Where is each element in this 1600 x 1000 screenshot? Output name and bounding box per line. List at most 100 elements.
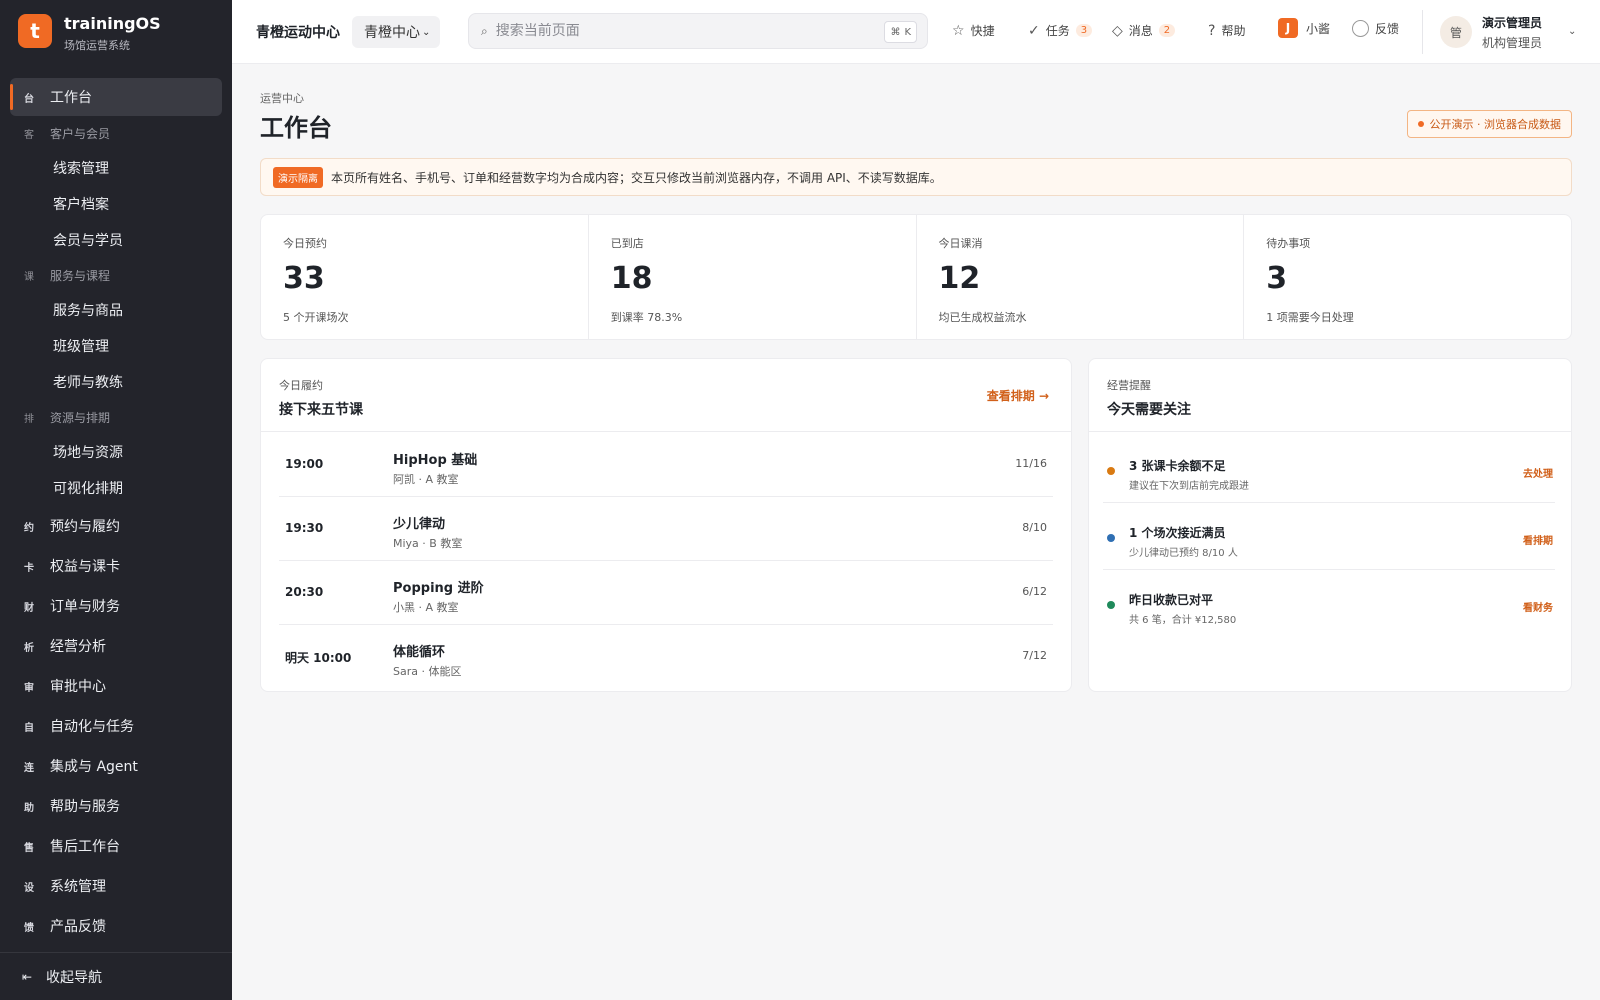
feedback-button[interactable]: 反馈: [1352, 20, 1399, 37]
stat-label: 今日课消: [938, 237, 983, 250]
sidebar-item[interactable]: 售 售后工作台: [0, 826, 232, 866]
sidebar-subitem[interactable]: 客户档案: [0, 186, 232, 222]
alert-description: 共 6 笔，合计 ¥12,580: [1129, 615, 1237, 626]
sidebar-subitem-label: 客户档案: [53, 197, 109, 213]
tasks-button[interactable]: ✓ 任务 3: [1028, 22, 1093, 39]
shortcut-hint: ⌘ K: [884, 21, 917, 43]
class-name: 体能循环: [393, 645, 446, 660]
sidebar-subitem[interactable]: 会员与学员: [0, 222, 232, 258]
sidebar-group-heading: 客 客户与会员: [0, 116, 232, 150]
schedule-row[interactable]: 19:00 HipHop 基础 阿凯 · A 教室 11/16: [279, 433, 1053, 497]
chevron-down-icon[interactable]: ⌄: [1568, 26, 1576, 37]
card-subtitle: 经营提醒: [1107, 379, 1151, 392]
nav-glyph-icon: 课: [24, 271, 34, 283]
brand[interactable]: t trainingOS 场馆运营系统: [18, 14, 228, 54]
stat-value: 33: [283, 261, 325, 296]
breadcrumb[interactable]: 运营中心: [260, 90, 304, 106]
class-time: 19:00: [285, 457, 324, 471]
tasks-count-badge: 3: [1075, 24, 1093, 37]
sidebar-item[interactable]: 设 系统管理: [0, 866, 232, 906]
class-meta: Miya · B 教室: [393, 537, 463, 550]
user-avatar[interactable]: 管: [1440, 16, 1472, 48]
chevron-down-icon: ⌄: [422, 26, 431, 38]
sidebar-item[interactable]: 助 帮助与服务: [0, 786, 232, 826]
user-name[interactable]: 演示管理员: [1482, 14, 1542, 31]
assistant-button[interactable]: J 小酱: [1278, 18, 1330, 38]
nav-glyph-icon: 析: [24, 642, 34, 654]
stat-value: 3: [1266, 261, 1288, 296]
sidebar-subitem-label: 老师与教练: [53, 375, 123, 391]
stat-label: 待办事项: [1266, 237, 1311, 250]
sidebar-subitem[interactable]: 班级管理: [0, 328, 232, 364]
alert-row: 昨日收款已对平共 6 笔，合计 ¥12,580 看财务: [1103, 571, 1555, 637]
status-dot-icon: [1107, 534, 1115, 542]
brand-name: trainingOS: [64, 14, 161, 33]
collapse-icon: ⇤: [22, 969, 33, 984]
view-schedule-link[interactable]: 查看排期 →: [987, 387, 1049, 404]
alert-description: 少儿律动已预约 8/10 人: [1129, 548, 1238, 559]
main-content: 运营中心 工作台 公开演示 · 浏览器合成数据 演示隔离 本页所有姓名、手机号、…: [232, 64, 1600, 1000]
sidebar-item[interactable]: 析 经营分析: [0, 626, 232, 666]
card-title: 今天需要关注: [1107, 402, 1191, 418]
sidebar-subitem[interactable]: 老师与教练: [0, 364, 232, 400]
sidebar-item-label: 预约与履约: [50, 519, 120, 535]
alert-action-link[interactable]: 看财务: [1523, 599, 1553, 614]
help-button[interactable]: ? 帮助: [1208, 22, 1245, 39]
sidebar-group-label: 资源与排期: [50, 410, 111, 425]
sidebar-group-heading: 课 服务与课程: [0, 258, 232, 292]
help-icon: ?: [1208, 22, 1216, 39]
sidebar-item[interactable]: 连 集成与 Agent: [0, 746, 232, 786]
sidebar-item[interactable]: 自 自动化与任务: [0, 706, 232, 746]
sidebar-subitem[interactable]: 线索管理: [0, 150, 232, 186]
sidebar-subitem[interactable]: 场地与资源: [0, 434, 232, 470]
card-title: 接下来五节课: [279, 402, 363, 418]
sidebar-item[interactable]: 财 订单与财务: [0, 586, 232, 626]
class-name: 少儿律动: [393, 517, 446, 532]
alert-row: 3 张课卡余额不足 建议在下次到店前完成跟进 去处理: [1103, 437, 1555, 503]
sidebar-item[interactable]: 台 工作台: [10, 78, 222, 116]
alert-action-link[interactable]: 看排期: [1523, 532, 1553, 547]
stat-label: 已到店: [610, 237, 644, 250]
class-meta: Sara · 体能区: [393, 665, 462, 678]
card-divider: [261, 431, 1071, 432]
messages-count-badge: 2: [1158, 24, 1176, 37]
sidebar-item[interactable]: 约 预约与履约: [0, 506, 232, 546]
alerts-card: 经营提醒 今天需要关注 3 张课卡余额不足 建议在下次到店前完成跟进 去处理 1 个场…: [1088, 358, 1572, 692]
class-meta: 阿凯 · A 教室: [393, 473, 459, 486]
sidebar-item-label: 自动化与任务: [50, 719, 134, 735]
search-input[interactable]: [495, 23, 856, 39]
schedule-row[interactable]: 19:30 少儿律动 Miya · B 教室 8/10: [279, 497, 1053, 561]
schedule-row[interactable]: 明天 10:00 体能循环 Sara · 体能区 7/12: [279, 625, 1053, 689]
sidebar-item[interactable]: 卡 权益与课卡: [0, 546, 232, 586]
sidebar-item-label: 售后工作台: [50, 839, 120, 855]
nav-glyph-icon: 自: [24, 722, 34, 734]
nav-glyph-icon: 排: [24, 413, 34, 425]
sidebar-item-label: 集成与 Agent: [50, 759, 138, 775]
collapse-nav-button[interactable]: ⇤ 收起导航: [0, 952, 232, 1000]
sidebar-item-label: 工作台: [50, 90, 92, 106]
sidebar-item[interactable]: 馈 产品反馈: [0, 906, 232, 946]
circle-icon: [1352, 20, 1369, 37]
tasks-label: 任务: [1045, 24, 1070, 38]
sidebar-item[interactable]: 审 审批中心: [0, 666, 232, 706]
sidebar-item-label: 经营分析: [50, 639, 106, 655]
schedule-row[interactable]: 20:30 Popping 进阶 小黑 · A 教室 6/12: [279, 561, 1053, 625]
sidebar-group-label: 客户与会员: [50, 126, 111, 141]
stat-subtext: 5 个开课场次: [283, 311, 349, 324]
sidebar-subitem[interactable]: 可视化排期: [0, 470, 232, 506]
org-select[interactable]: 青橙中心 ⌄: [352, 16, 440, 48]
search-box[interactable]: ⌕ ⌘ K: [468, 13, 928, 49]
messages-button[interactable]: ◇ 消息 2: [1112, 22, 1176, 39]
stat-subtext: 到课率 78.3%: [610, 311, 683, 324]
class-name: HipHop 基础: [393, 453, 478, 468]
class-capacity: 6/12: [1022, 585, 1047, 598]
quick-button[interactable]: ☆ 快捷: [952, 22, 995, 39]
class-capacity: 8/10: [1022, 521, 1047, 534]
sidebar-subitem[interactable]: 服务与商品: [0, 292, 232, 328]
alert-action-link[interactable]: 去处理: [1523, 465, 1553, 480]
sidebar-nav: 台 工作台客 客户与会员 线索管理客户档案会员与学员课 服务与课程 服务与商品 班级管理老师…: [0, 74, 232, 946]
sidebar-item-label: 权益与课卡: [50, 559, 120, 575]
class-time: 20:30: [285, 585, 324, 599]
status-dot-icon: [1107, 601, 1115, 609]
nav-glyph-icon: 助: [24, 802, 34, 814]
